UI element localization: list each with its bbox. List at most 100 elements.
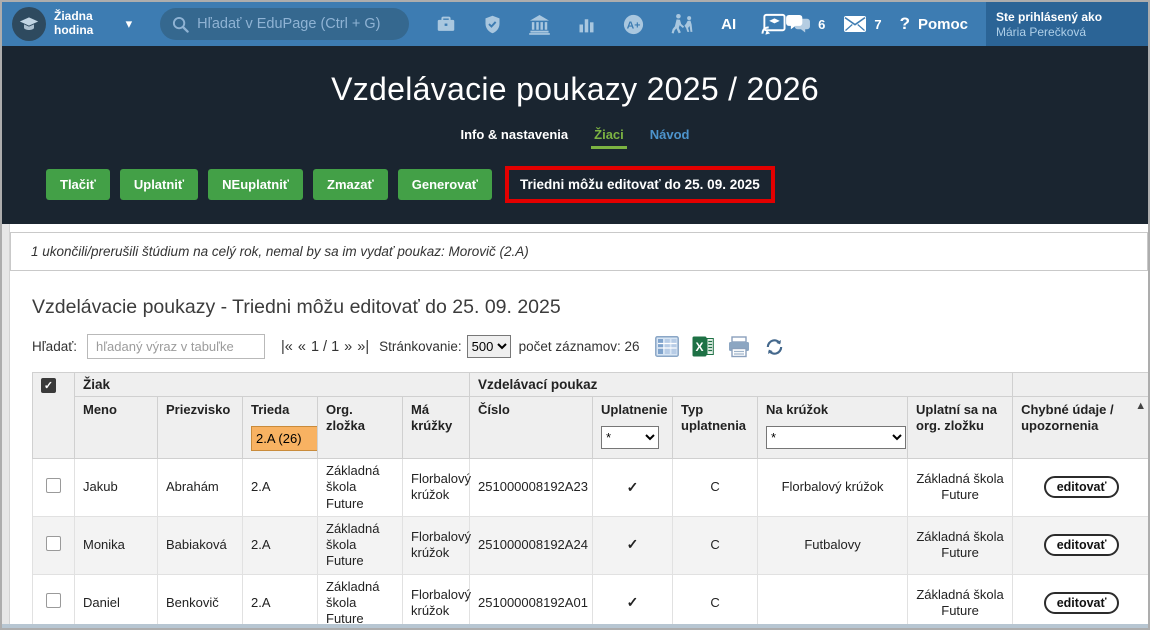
bottom-frame-strip: [2, 624, 1148, 628]
cell-ma-kruzky: Florbalový krúžok: [403, 459, 470, 517]
row-checkbox[interactable]: [46, 593, 61, 608]
excel-export-icon[interactable]: X: [692, 336, 714, 357]
table-row: Monika Babiaková 2.A Základná škola Futu…: [33, 516, 1150, 574]
column-header-org-zlozka[interactable]: Org. zložka: [326, 402, 394, 435]
chat-button[interactable]: 6: [786, 14, 825, 35]
group-header-voucher: Vzdelávací poukaz: [470, 373, 1013, 397]
column-header-uplatnenie[interactable]: Uplatnenie: [601, 402, 664, 418]
column-header-cislo[interactable]: Číslo: [478, 402, 584, 418]
table-row: Daniel Benkovič 2.A Základná škola Futur…: [33, 574, 1150, 630]
cell-uplatni-sa: Základná škola Future: [908, 574, 1013, 630]
logged-in-as-label: Ste prihlásený ako: [996, 10, 1138, 24]
tab-ziaci[interactable]: Žiaci: [594, 127, 624, 142]
pagination: |« « 1 / 1 » »|: [281, 339, 369, 355]
cell-cislo: 251000008192A23: [470, 459, 593, 517]
na-kruzok-filter-select[interactable]: *: [766, 426, 906, 449]
pagination-current: 1 / 1: [311, 339, 339, 355]
logged-in-user[interactable]: Ste prihlásený ako Mária Perečková: [986, 2, 1148, 46]
unapply-button[interactable]: NEuplatniť: [208, 169, 303, 200]
cell-priezvisko: Abrahám: [158, 459, 243, 517]
cell-typ: C: [673, 574, 758, 630]
cell-priezvisko: Benkovič: [158, 574, 243, 630]
page-title: Vzdelávacie poukazy 2025 / 2026: [2, 46, 1148, 108]
table-controls: Hľadať: |« « 1 / 1 » »| Stránkovanie: 50…: [32, 334, 1148, 359]
column-header-ma-kruzky[interactable]: Má krúžky: [411, 402, 461, 435]
cell-na-kruzok: Futbalovy: [758, 516, 908, 574]
chevron-down-icon[interactable]: ▾: [126, 16, 133, 32]
refresh-icon[interactable]: [764, 337, 785, 357]
column-header-row: Meno Priezvisko Trieda 2.A (26) Org. zlo…: [33, 397, 1150, 459]
pagination-prev[interactable]: «: [298, 339, 306, 355]
ai-module-button[interactable]: AI: [721, 16, 736, 33]
column-header-trieda[interactable]: Trieda: [251, 402, 309, 418]
sort-asc-icon[interactable]: ▲: [1135, 400, 1146, 412]
students-table: ✓ Žiak Vzdelávací poukaz Meno Priezvisko…: [32, 372, 1150, 630]
tab-info-nastavenia[interactable]: Info & nastavenia: [461, 127, 569, 142]
deadline-highlight: Triedni môžu editovať do 25. 09. 2025: [505, 166, 775, 203]
delete-button[interactable]: Zmazať: [313, 169, 388, 200]
cell-ma-kruzky: Florbalový krúžok: [403, 516, 470, 574]
cell-trieda: 2.A: [243, 459, 318, 517]
help-button[interactable]: ? Pomoc: [900, 14, 968, 34]
action-toolbar: Tlačiť Uplatniť NEuplatniť Zmazať Genero…: [46, 166, 1148, 203]
section-heading: Vzdelávacie poukazy - Triedni môžu edito…: [32, 296, 1148, 319]
generate-button[interactable]: Generovať: [398, 169, 492, 200]
column-header-chybne-udaje[interactable]: Chybné údaje / upozornenia: [1021, 402, 1142, 435]
grades-a-plus-icon[interactable]: A+: [622, 13, 645, 36]
cell-na-kruzok: [758, 574, 908, 630]
svg-text:A+: A+: [627, 19, 641, 31]
group-header-row: ✓ Žiak Vzdelávací poukaz: [33, 373, 1150, 397]
page-size-select[interactable]: 500: [467, 335, 511, 358]
bar-chart-icon[interactable]: [576, 14, 597, 35]
messages-button[interactable]: 7: [843, 15, 881, 33]
edupage-logo-icon[interactable]: [12, 7, 46, 41]
top-navbar: Žiadna hodina ▾ A+: [2, 2, 1148, 46]
select-all-checkbox[interactable]: ✓: [41, 378, 56, 393]
column-header-typ-uplatnenia[interactable]: Typ uplatnenia: [681, 402, 749, 435]
tab-bar: Info & nastavenia Žiaci Návod: [2, 127, 1148, 142]
uplatnenie-filter-select[interactable]: *: [601, 426, 659, 449]
table-search-input[interactable]: [87, 334, 265, 359]
briefcase-icon[interactable]: [435, 13, 457, 35]
print-button[interactable]: Tlačiť: [46, 169, 110, 200]
global-search[interactable]: [160, 8, 409, 40]
chat-icon: [786, 14, 811, 35]
pagination-next[interactable]: »: [344, 339, 352, 355]
search-input[interactable]: [197, 16, 397, 32]
check-icon: ✓: [627, 536, 639, 552]
cell-cislo: 251000008192A24: [470, 516, 593, 574]
cell-priezvisko: Babiaková: [158, 516, 243, 574]
mail-count-badge: 7: [874, 17, 881, 32]
svg-text:X: X: [696, 340, 704, 354]
cell-org-zlozka: Základná škola Future: [318, 574, 403, 630]
column-header-meno[interactable]: Meno: [83, 402, 149, 418]
screencast-icon[interactable]: [761, 13, 786, 35]
edit-button[interactable]: editovať: [1044, 534, 1120, 556]
column-settings-icon[interactable]: [655, 336, 679, 357]
bank-icon[interactable]: [528, 14, 551, 35]
column-header-na-kruzok[interactable]: Na krúžok: [766, 402, 899, 418]
check-icon: ✓: [627, 479, 639, 495]
cell-typ: C: [673, 459, 758, 517]
edit-button[interactable]: editovať: [1044, 592, 1120, 614]
tab-navod[interactable]: Návod: [650, 127, 690, 142]
shield-check-icon[interactable]: [482, 14, 503, 35]
paging-label: Stránkovanie:: [379, 339, 462, 354]
print-icon[interactable]: [727, 336, 751, 358]
column-header-priezvisko[interactable]: Priezvisko: [166, 402, 234, 418]
search-icon: [172, 16, 189, 33]
pagination-first[interactable]: |«: [281, 339, 293, 355]
current-lesson-selector[interactable]: Žiadna hodina: [54, 10, 116, 38]
column-header-uplatni-sa[interactable]: Uplatní sa na org. zložku: [916, 402, 1004, 435]
navbar-modules: A+ AI: [435, 13, 786, 36]
attendance-people-icon[interactable]: [670, 13, 696, 36]
pagination-last[interactable]: »|: [357, 339, 369, 355]
cell-meno: Monika: [75, 516, 158, 574]
cell-uplatni-sa: Základná škola Future: [908, 516, 1013, 574]
table-row: Jakub Abrahám 2.A Základná škola Future …: [33, 459, 1150, 517]
apply-button[interactable]: Uplatniť: [120, 169, 198, 200]
edit-button[interactable]: editovať: [1044, 476, 1120, 498]
row-checkbox[interactable]: [46, 478, 61, 493]
check-icon: ✓: [627, 594, 639, 610]
row-checkbox[interactable]: [46, 536, 61, 551]
